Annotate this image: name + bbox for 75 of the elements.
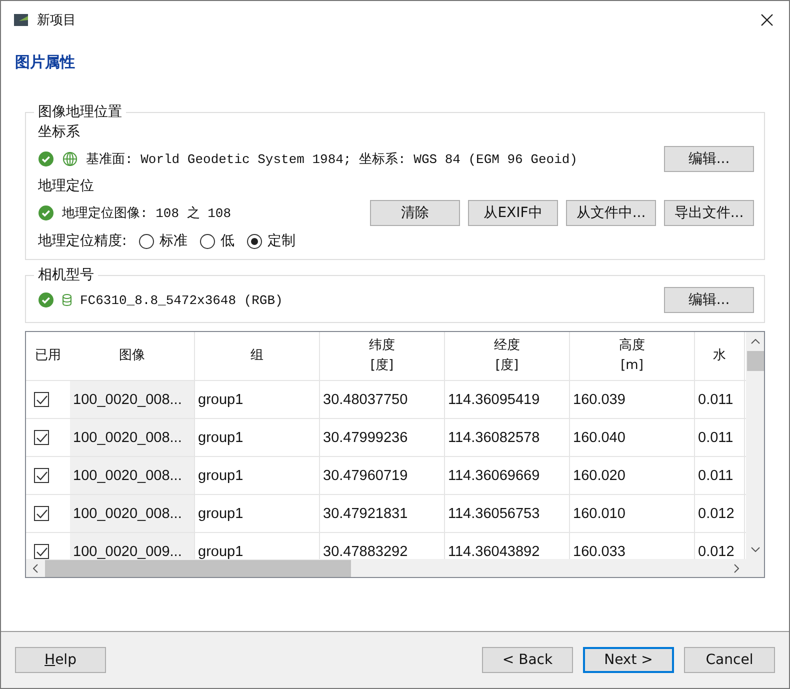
- radio-label[interactable]: 标准: [160, 232, 188, 250]
- help-button[interactable]: Help: [15, 647, 106, 673]
- table-cell: 30.47960719: [320, 457, 445, 494]
- table-cell: group1: [195, 381, 320, 418]
- action-button[interactable]: 导出文件...: [664, 200, 754, 226]
- crs-text: 基准面: World Geodetic System 1984; 坐标系: WGS 84 (EGM 96 Geoid): [86, 151, 578, 168]
- radio-label[interactable]: 低: [220, 232, 235, 250]
- scroll-thumb[interactable]: [746, 351, 764, 371]
- scroll-thumb[interactable]: [45, 560, 351, 576]
- radio-button[interactable]: [246, 234, 262, 248]
- table-cell: 114.36056753: [445, 495, 570, 532]
- table-cell: 0.012: [695, 495, 745, 532]
- table-cell: 0.011: [695, 419, 745, 456]
- column-header[interactable]: 图像: [70, 332, 195, 380]
- action-button[interactable]: 从文件中...: [566, 200, 656, 226]
- edit-button[interactable]: 编辑...: [664, 287, 754, 313]
- scroll-right-icon[interactable]: [734, 564, 739, 572]
- checkbox[interactable]: [34, 392, 49, 407]
- table-cell: 114.36082578: [445, 419, 570, 456]
- checkbox[interactable]: [34, 544, 49, 559]
- accuracy-label: 地理定位精度:: [38, 232, 127, 250]
- window-title: 新项目: [37, 12, 76, 29]
- table-cell: 30.48037750: [320, 381, 445, 418]
- table-cell: 30.47999236: [320, 419, 445, 456]
- table-cell: 114.36069669: [445, 457, 570, 494]
- app-icon: [13, 12, 29, 28]
- column-header[interactable]: 经度 [度]: [445, 332, 570, 380]
- action-button[interactable]: 清除: [370, 200, 460, 226]
- table-cell: 100_0020_008...: [70, 495, 195, 532]
- table-cell: 160.040: [570, 419, 695, 456]
- globe-icon: [62, 151, 78, 167]
- column-header[interactable]: 高度 [m]: [570, 332, 695, 380]
- vertical-scrollbar[interactable]: [746, 332, 764, 559]
- table-cell: 100_0020_008...: [70, 381, 195, 418]
- database-icon: [62, 294, 72, 306]
- table-cell: 0.011: [695, 381, 745, 418]
- cancel-button[interactable]: Cancel: [684, 647, 775, 673]
- column-header[interactable]: 组: [195, 332, 320, 380]
- table-cell: 0.011: [695, 457, 745, 494]
- column-header[interactable]: 已用: [26, 332, 70, 380]
- section-label: 坐标系: [38, 123, 81, 142]
- close-icon[interactable]: [761, 14, 773, 26]
- action-button[interactable]: 从EXIF中: [468, 200, 558, 226]
- horizontal-scrollbar[interactable]: [26, 559, 764, 577]
- table-cell: 100_0020_008...: [70, 457, 195, 494]
- table-cell: 100_0020_008...: [70, 419, 195, 456]
- next-button[interactable]: Next >: [583, 647, 674, 673]
- scroll-left-icon[interactable]: [33, 564, 38, 572]
- table-cell: 30.47921831: [320, 495, 445, 532]
- checkbox[interactable]: [34, 430, 49, 445]
- checkbox[interactable]: [34, 468, 49, 483]
- column-header[interactable]: 水: [695, 332, 745, 380]
- table-cell: 160.010: [570, 495, 695, 532]
- table-cell: 160.039: [570, 381, 695, 418]
- page-heading: 图片属性: [15, 52, 76, 73]
- table-cell: 160.020: [570, 457, 695, 494]
- table-cell: group1: [195, 457, 320, 494]
- group-title: 图像地理位置: [37, 103, 123, 121]
- back-button[interactable]: < Back: [482, 647, 573, 673]
- group-title: 相机型号: [37, 266, 95, 284]
- edit-button[interactable]: 编辑...: [664, 146, 754, 172]
- georef-text: 地理定位图像: 108 之 108: [62, 205, 232, 222]
- table-cell: 100_0020_009...: [70, 533, 195, 559]
- radio-button[interactable]: [138, 234, 154, 248]
- section-label: 地理定位: [38, 177, 95, 196]
- column-header[interactable]: 纬度 [度]: [320, 332, 445, 380]
- checkbox[interactable]: [34, 506, 49, 521]
- scroll-up-icon[interactable]: [750, 339, 760, 344]
- table-cell: group1: [195, 495, 320, 532]
- table-cell: group1: [195, 419, 320, 456]
- scroll-down-icon[interactable]: [750, 547, 760, 552]
- radio-button[interactable]: [200, 234, 215, 248]
- table-cell: 114.36095419: [445, 381, 570, 418]
- camera-text: FC6310_8.8_5472x3648 (RGB): [80, 292, 284, 308]
- radio-label[interactable]: 定制: [268, 232, 296, 250]
